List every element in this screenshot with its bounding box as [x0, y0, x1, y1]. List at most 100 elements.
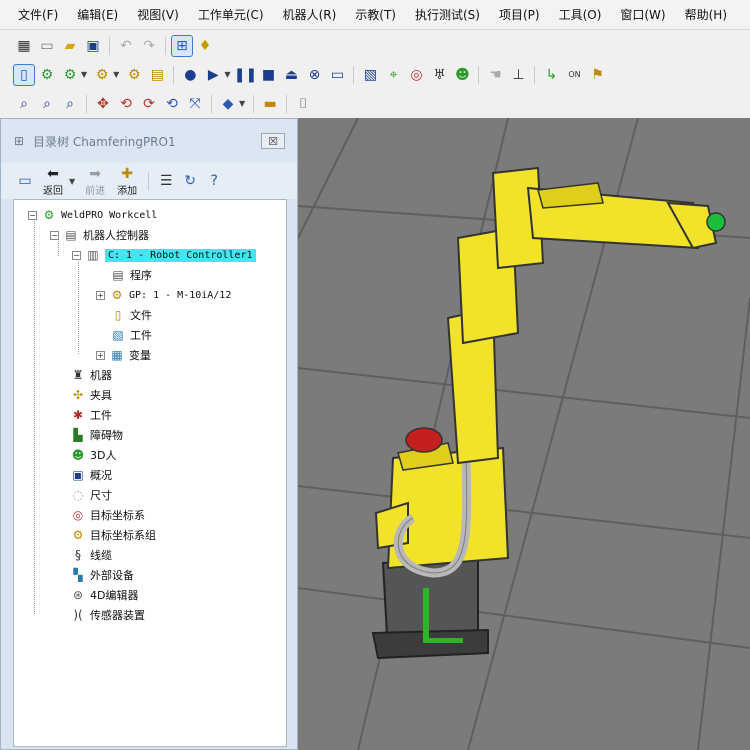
save-icon[interactable]: ▣ — [83, 36, 103, 56]
tree-node-encoders[interactable]: ⊛ 4D编辑器 — [70, 586, 139, 604]
menu-teach[interactable]: 示教(T) — [349, 6, 409, 23]
rotate-x-icon[interactable]: ⟲ — [116, 94, 136, 114]
pause-icon[interactable]: ❚❚ — [234, 65, 257, 85]
stop-icon[interactable]: ■ — [258, 65, 278, 85]
redo-icon[interactable]: ↷ — [139, 36, 159, 56]
expand-toggle[interactable]: + — [96, 350, 105, 360]
robot-move-icon[interactable]: ⚙ — [60, 65, 80, 85]
snap-icon[interactable]: ⤧ — [185, 94, 205, 114]
tree-node-external-devices[interactable]: ▚ 外部设备 — [70, 566, 134, 584]
tree-node-program[interactable]: ▤ 程序 — [110, 266, 152, 284]
cell-browser-icon[interactable]: ⊞ — [171, 34, 193, 57]
rotate-y-icon[interactable]: ⟳ — [139, 94, 159, 114]
zoom-window-icon[interactable]: ⌕ — [60, 94, 80, 114]
tree-node-obstacles[interactable]: ▙ 障碍物 — [70, 426, 123, 444]
undo-icon[interactable]: ↶ — [116, 36, 136, 56]
tree-label: 尺寸 — [90, 489, 112, 502]
menu-test-run[interactable]: 执行测试(S) — [409, 6, 493, 23]
human-icon: ☻ — [71, 448, 85, 462]
refresh-icon[interactable]: ↻ — [180, 171, 200, 191]
chevron-down-icon[interactable]: ▼ — [113, 70, 119, 79]
zoom-out-icon[interactable]: ⌕ — [37, 94, 57, 114]
tree-node-sensors[interactable]: )( 传感器装置 — [70, 606, 145, 624]
view-mode-icon[interactable]: ◆ — [218, 94, 238, 114]
teach-pendant-icon[interactable]: ▯ — [13, 63, 35, 86]
robot-group-icon: ⚙ — [111, 288, 123, 302]
tree-node-controller[interactable]: − ▥ C: 1 - Robot Controller1 — [72, 246, 256, 264]
program-icon[interactable]: ▤ — [147, 65, 167, 85]
chevron-down-icon[interactable]: ▼ — [239, 99, 245, 108]
zoom-in-icon[interactable]: ⌕ — [14, 94, 34, 114]
cell-browser-panel: ⊞ 目录树 ChamferingPRO1 ☒ ▭ ⬅ 返回 ▼ ➡ 前进 ✚ 添… — [0, 118, 298, 750]
collapse-icon[interactable]: ▭ — [15, 171, 35, 191]
mouse-icon[interactable]: ⌷ — [293, 94, 313, 114]
rotate-z-icon[interactable]: ⟲ — [162, 94, 182, 114]
tree-node-cables[interactable]: § 线缆 — [70, 546, 112, 564]
menu-help[interactable]: 帮助(H) — [679, 6, 740, 23]
help-icon[interactable]: ? — [204, 171, 224, 191]
tree-node-machines[interactable]: ♜ 机器 — [70, 366, 112, 384]
encoder-icon: ⊛ — [72, 588, 84, 602]
fixture-icon[interactable]: ♅ — [429, 65, 449, 85]
menu-project[interactable]: 项目(P) — [493, 6, 553, 23]
online-icon[interactable]: ON — [564, 65, 584, 85]
tree-node-humans[interactable]: ☻ 3D人 — [70, 446, 117, 464]
tree-node-target-frame-groups[interactable]: ⚙ 目标坐标系组 — [70, 526, 156, 544]
robot-jog-icon[interactable]: ⚙ — [37, 65, 57, 85]
chevron-down-icon[interactable]: ▼ — [81, 70, 87, 79]
open-folder-icon[interactable]: ▰ — [60, 36, 80, 56]
collapse-toggle[interactable]: − — [28, 210, 37, 220]
3d-viewport[interactable] — [298, 118, 750, 750]
play-icon[interactable]: ▶ — [203, 65, 223, 85]
menu-view[interactable]: 视图(V) — [131, 6, 192, 23]
new-document-icon[interactable]: ▭ — [37, 36, 57, 56]
eject-icon[interactable]: ⏏ — [281, 65, 301, 85]
properties-icon[interactable]: ☰ — [156, 171, 176, 191]
add-button[interactable]: ✚ 添加 — [113, 166, 141, 197]
tree-node-file[interactable]: ▯ 文件 — [110, 306, 152, 324]
operator-icon[interactable]: ☻ — [452, 65, 472, 85]
record-icon[interactable]: ● — [180, 65, 200, 85]
tree-node-target-frames[interactable]: ◎ 目标坐标系 — [70, 506, 145, 524]
target-icon[interactable]: ◎ — [406, 65, 426, 85]
back-button[interactable]: ⬅ 返回 — [39, 166, 67, 197]
hand-icon[interactable]: ☚ — [485, 65, 505, 85]
menu-window[interactable]: 窗口(W) — [614, 6, 678, 23]
controller-icon: ▥ — [87, 248, 99, 262]
move-icon[interactable]: ✥ — [93, 94, 113, 114]
grid-icon[interactable]: ▦ — [14, 36, 34, 56]
tree-view[interactable]: − ⚙ WeldPRO Workcell − ▤ 机器人控制器 − ▥ C: 1… — [13, 199, 287, 747]
menu-edit[interactable]: 编辑(E) — [71, 6, 131, 23]
abort-icon[interactable]: ⊗ — [304, 65, 324, 85]
axes-icon[interactable]: ↳ — [541, 65, 561, 85]
tree-node-workcell[interactable]: − ⚙ WeldPRO Workcell — [28, 206, 157, 224]
tree-node-overview[interactable]: ▣ 概况 — [70, 466, 112, 484]
chevron-down-icon[interactable]: ▼ — [224, 70, 230, 79]
collapse-toggle[interactable]: − — [50, 230, 59, 240]
calibration-icon[interactable]: ⌖ — [383, 65, 403, 85]
tree-node-measure[interactable]: ◌ 尺寸 — [70, 486, 112, 504]
measure-icon[interactable]: ⊥ — [508, 65, 528, 85]
tree-node-gp[interactable]: + ⚙ GP: 1 - M-10iA/12 — [96, 286, 231, 304]
robot-group-icon[interactable]: ⚙ — [124, 65, 144, 85]
menu-robot[interactable]: 机器人(R) — [277, 6, 350, 23]
expand-toggle[interactable]: + — [96, 290, 105, 300]
tree-node-fixtures[interactable]: ✣ 夹具 — [70, 386, 112, 404]
robot-joint-icon[interactable]: ⚙ — [92, 65, 112, 85]
menu-tools[interactable]: 工具(O) — [553, 6, 615, 23]
close-icon[interactable]: ☒ — [261, 133, 285, 149]
tree-node-variables[interactable]: + ▦ 变量 — [96, 346, 151, 364]
collapse-toggle[interactable]: − — [72, 250, 81, 260]
menu-file[interactable]: 文件(F) — [12, 6, 71, 23]
ruler-icon[interactable]: ▬ — [260, 94, 280, 114]
forward-button[interactable]: ➡ 前进 — [81, 166, 109, 197]
menu-workcell[interactable]: 工作单元(C) — [192, 6, 277, 23]
chevron-down-icon[interactable]: ▼ — [69, 177, 75, 186]
cycle-icon[interactable]: ▭ — [327, 65, 347, 85]
tree-node-parts[interactable]: ✱ 工件 — [70, 406, 112, 424]
io-panel-icon[interactable]: ▧ — [360, 65, 380, 85]
marker-icon[interactable]: ⚑ — [587, 65, 607, 85]
pin-icon[interactable]: ♦ — [195, 36, 215, 56]
tree-node-robot-controllers[interactable]: − ▤ 机器人控制器 — [50, 226, 149, 244]
tree-node-work[interactable]: ▧ 工件 — [110, 326, 152, 344]
